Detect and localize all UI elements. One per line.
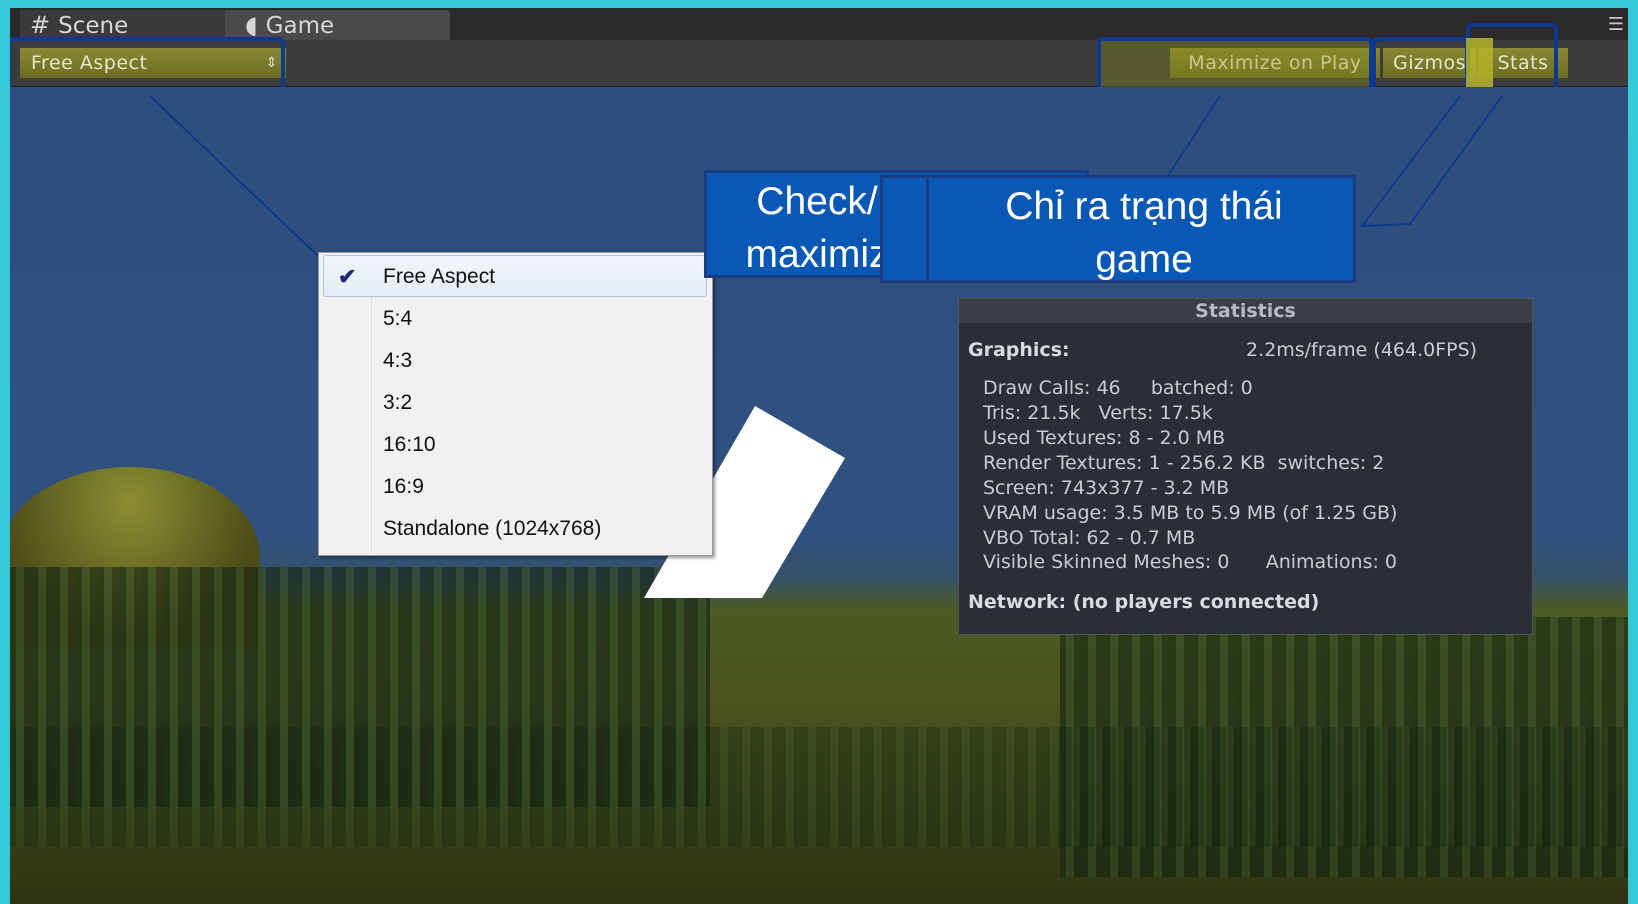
graphics-label: Graphics: [968,339,1070,361]
aspect-option-label: Free Aspect [383,265,496,288]
aspect-option-label: 16:10 [383,433,436,456]
aspect-option-label: Standalone (1024x768) [383,517,602,540]
callout-stats-text: Chỉ ra trạng thái game [949,180,1339,286]
aspect-option-label: 4:3 [383,349,413,372]
connector-stats [1359,95,1503,228]
stat-line: Used Textures: 8 - 2.0 MB [983,427,1226,449]
stat-line: Render Textures: 1 - 256.2 KB switches: … [983,452,1385,474]
aspect-option-16-10[interactable]: 16:10 [319,424,712,466]
aspect-option-label: 3:2 [383,391,413,414]
aspect-option-16-9[interactable]: 16:9 [319,466,712,508]
stat-line: Screen: 743x377 - 3.2 MB [983,477,1230,499]
unity-game-window: # Scene ◖ Game ☰ Free Aspect ⇕ Maximize on… [10,8,1628,904]
aspect-menu: ✔ Free Aspect 5:4 4:3 3:2 16:10 16:9 Sta… [318,252,713,556]
statistics-title: Statistics [959,299,1532,323]
aspect-option-3-2[interactable]: 3:2 [319,382,712,424]
stat-line: VBO Total: 62 - 0.7 MB [983,527,1196,549]
callout-stats-line1: Chỉ ra trạng thái [1005,185,1283,228]
connector-aspect [149,95,319,257]
stat-line: Visible Skinned Meshes: 0 Animations: 0 [983,551,1397,573]
aspect-option-free[interactable]: ✔ Free Aspect [323,255,707,297]
callout-stats-line2: game [1095,238,1193,281]
graphics-value: 2.2ms/frame (464.0FPS) [1246,339,1478,361]
statistics-panel: Statistics Graphics: 2.2ms/frame (464.0F… [958,298,1533,635]
callout-stats: Chỉ ra trạng thái game [926,175,1356,283]
callout-spacer [880,175,930,283]
stat-line: Tris: 21.5k Verts: 17.5k [983,402,1213,424]
aspect-option-standalone[interactable]: Standalone (1024x768) [319,508,712,550]
aspect-option-4-3[interactable]: 4:3 [319,340,712,382]
aspect-option-5-4[interactable]: 5:4 [319,298,712,340]
aspect-option-label: 16:9 [383,475,424,498]
stat-line: Draw Calls: 46 batched: 0 [983,377,1253,399]
check-icon: ✔ [338,264,357,289]
aspect-option-label: 5:4 [383,307,413,330]
network-status: Network: (no players connected) [968,591,1320,613]
stat-line: VRAM usage: 3.5 MB to 5.9 MB (of 1.25 GB… [983,502,1398,524]
